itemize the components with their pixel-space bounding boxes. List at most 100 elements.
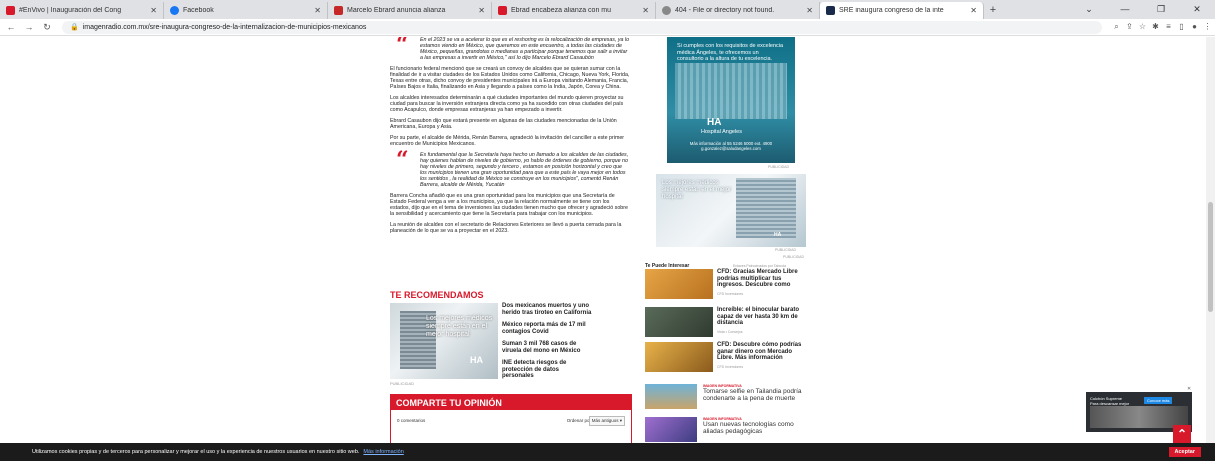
restore-icon[interactable]: ❐: [1143, 0, 1179, 19]
new-tab-button[interactable]: +: [984, 2, 1002, 19]
cookie-accept-button[interactable]: Aceptar: [1168, 447, 1201, 457]
article-paragraph: El funcionario federal mencionó que se c…: [390, 66, 630, 90]
news-headline: Tomarse selfie en Tailandia podría conde…: [703, 388, 802, 402]
recommend-link[interactable]: Dos mexicanos muertos y uno herido tras …: [502, 303, 592, 316]
lock-icon: 🔒: [70, 24, 79, 31]
article-paragraph: La reunión de alcaldes con el secretario…: [390, 222, 622, 234]
back-arrow-icon[interactable]: ←: [4, 22, 18, 32]
thumbnail-image: [645, 307, 713, 337]
hospital-logo: HA: [470, 355, 483, 365]
recommend-link[interactable]: Suman 3 mil 768 casos de viruela del mon…: [502, 341, 592, 354]
recommend-title: TE RECOMENDAMOS: [390, 290, 484, 300]
news-headline: Usan nuevas tecnologías como aliadas ped…: [703, 421, 794, 435]
site-favicon-icon: [498, 6, 507, 15]
taboola-headline: CFD: Gracias Mercado Libre podrías multi…: [717, 269, 798, 288]
taboola-headline: CFD: Descubre cómo podrías ganar dinero …: [717, 342, 802, 361]
hospital-name: Hospital Angeles: [701, 129, 742, 135]
forward-arrow-icon[interactable]: →: [22, 22, 36, 32]
reload-icon[interactable]: ↻: [40, 22, 54, 33]
quote-text: En el 2023 se va a acelerar lo que es el…: [420, 37, 630, 61]
star-icon[interactable]: ☆: [1136, 22, 1149, 32]
playlist-icon[interactable]: ≡: [1162, 22, 1175, 32]
profile-icon[interactable]: ●: [1188, 22, 1201, 32]
comments-box: COMPARTE TU OPINIÓN 0 comentarios Ordena…: [390, 394, 632, 443]
browser-tab[interactable]: Marcelo Ebrard anuncia alianza ✕: [328, 2, 492, 19]
browser-tab[interactable]: 404 - File or directory not found. ✕: [656, 2, 820, 19]
share-icon[interactable]: ⇪: [1123, 22, 1136, 32]
news-item[interactable]: IMAGEN INFORMATIVA Usan nuevas tecnología…: [645, 417, 805, 443]
minimize-icon[interactable]: —: [1107, 0, 1143, 19]
close-window-icon[interactable]: ✕: [1179, 0, 1215, 19]
browser-toolbar: ← → ↻ 🔒 imagenradio.com.mx/sre-inaugura-…: [0, 19, 1215, 36]
scroll-to-top-icon[interactable]: ⌃: [1173, 425, 1191, 443]
taboola-sponsor[interactable]: Enlaces Patrocinados por Taboola: [733, 264, 786, 268]
ad-text: Los mejores médicos siempre están en el …: [426, 315, 493, 338]
ad-label: PUBLICIDAD: [783, 255, 805, 259]
browser-tab[interactable]: Facebook ✕: [164, 2, 328, 19]
sidebar-ad-hospital[interactable]: Si cumples con los requisitos de excelen…: [667, 37, 795, 163]
taboola-item[interactable]: CFD: Gracias Mercado Libre podrías multi…: [645, 269, 805, 301]
search-icon[interactable]: ⌕: [1110, 22, 1123, 32]
article-paragraph: Los alcaldes interesados determinarán a …: [390, 95, 624, 113]
news-item[interactable]: IMAGEN INFORMATIVA Tomarse selfie en Tail…: [645, 384, 805, 411]
extensions-icon[interactable]: ✱: [1149, 22, 1162, 32]
ad-label: PUBLICIDAD: [768, 165, 790, 169]
thumbnail-image: [645, 417, 697, 442]
comment-count: 0 comentarios: [397, 418, 426, 423]
facebook-icon: [170, 6, 179, 15]
ad-contact: Más información al 55 5246 5000 ext. 490…: [689, 141, 773, 151]
recommend-ad-image[interactable]: Los mejores médicos siempre están en el …: [390, 303, 498, 379]
close-icon[interactable]: ✕: [150, 6, 157, 15]
close-icon[interactable]: ✕: [478, 6, 485, 15]
menu-icon[interactable]: ⋮: [1201, 22, 1214, 32]
address-bar[interactable]: 🔒 imagenradio.com.mx/sre-inaugura-congre…: [62, 20, 1102, 34]
toolbar-icons: ⌕ ⇪ ☆ ✱ ≡ ▯ ● ⋮: [1110, 22, 1214, 32]
page-viewport: “ En el 2023 se va a acelerar lo que es …: [0, 37, 1215, 443]
tab-title: #EnVivo | Inauguración del Cong: [19, 7, 122, 14]
cookie-banner: Utilizamos cookies propias y de terceros…: [0, 443, 1215, 461]
url-text: imagenradio.com.mx/sre-inaugura-congreso…: [82, 23, 367, 31]
quote-text: Es fundamental que la Secretaría haya he…: [420, 152, 629, 188]
cookie-text: Utilizamos cookies propias y de terceros…: [32, 449, 360, 455]
taboola-item[interactable]: CFD: Descubre cómo podrías ganar dinero …: [645, 342, 805, 374]
browser-tab-active[interactable]: SRE inaugura congreso de la inte ✕: [820, 2, 984, 19]
article-paragraph: Por su parte, el alcalde de Mérida, Rená…: [390, 135, 625, 147]
ad-label: PUBLICIDAD: [775, 248, 797, 252]
article-paragraph: Barrera Concha añadió que es una gran op…: [390, 193, 628, 217]
sidebar-ad-hospital-2[interactable]: Los mejores médicos siempre están en el …: [656, 174, 806, 247]
taboola-source: Vista • Consejos: [717, 329, 743, 334]
sort-select[interactable]: Más antiguos ▾: [588, 416, 625, 426]
close-icon[interactable]: ✕: [642, 6, 649, 15]
comments-title: COMPARTE TU OPINIÓN: [391, 395, 631, 410]
tab-title: Ebrad encabeza alianza con mu: [511, 7, 612, 14]
ad-label: PUBLICIDAD: [390, 381, 415, 386]
sort-label: Ordenar por: [566, 418, 591, 423]
taboola-source: CFD Inversiones: [717, 364, 744, 369]
thumbnail-image: [645, 269, 713, 299]
browser-tab[interactable]: Ebrad encabeza alianza con mu ✕: [492, 2, 656, 19]
ad-text: Si cumples con los requisitos de excelen…: [677, 43, 784, 62]
chevron-down-icon[interactable]: ⌄: [1071, 0, 1107, 19]
tab-title: SRE inaugura congreso de la inte: [839, 7, 944, 14]
site-favicon-icon: [826, 6, 835, 15]
taboola-item[interactable]: Increíble: el binocular barato capaz de …: [645, 307, 805, 339]
close-icon[interactable]: ✕: [970, 6, 977, 15]
ad-cta-button[interactable]: Conoce más: [1144, 397, 1173, 404]
recommend-link[interactable]: INE detecta riesgos de protección de dat…: [502, 360, 592, 380]
close-icon[interactable]: ✕: [806, 6, 813, 15]
sidepanel-icon[interactable]: ▯: [1175, 22, 1188, 32]
scrollbar-thumb[interactable]: [1208, 202, 1213, 312]
close-icon[interactable]: ✕: [314, 6, 321, 15]
cookie-more-link[interactable]: Más información: [363, 449, 403, 455]
taboola-source: CFD Inversiones: [717, 291, 744, 296]
window-controls: ⌄ — ❐ ✕: [1071, 0, 1215, 19]
tab-title: Facebook: [183, 7, 214, 14]
browser-tab[interactable]: #EnVivo | Inauguración del Cong ✕: [0, 2, 164, 19]
recommend-link[interactable]: México reporta más de 17 mil contagios C…: [502, 322, 592, 335]
building-image: [675, 63, 787, 119]
vertical-scrollbar[interactable]: [1206, 37, 1215, 443]
article-paragraph: Ebrard Casaubon dijo que estará presente…: [390, 118, 617, 130]
hospital-logo: HA: [707, 117, 722, 128]
article-body: “ En el 2023 se va a acelerar lo que es …: [390, 37, 630, 239]
quote-block: “ Es fundamental que la Secretaría haya …: [390, 149, 630, 188]
